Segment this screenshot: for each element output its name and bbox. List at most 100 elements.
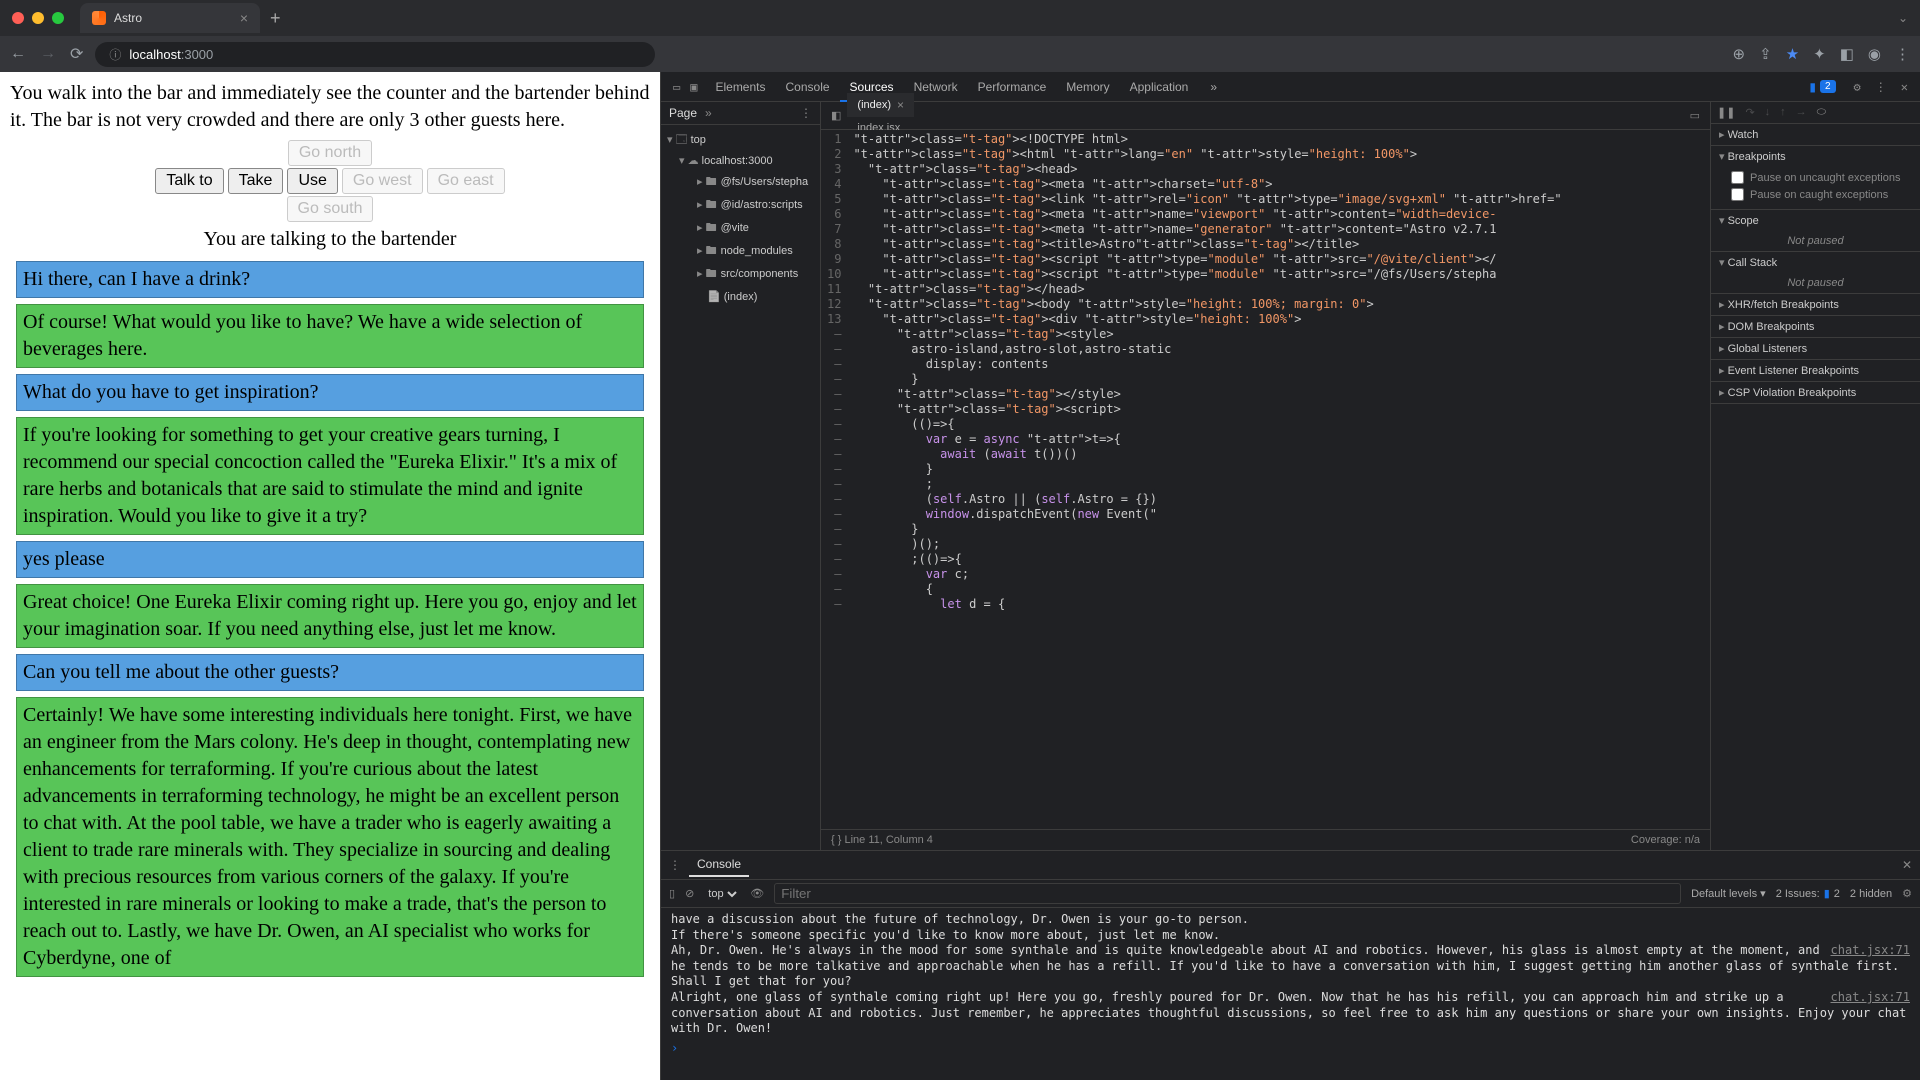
tab-close-icon[interactable]: ×	[240, 10, 248, 26]
close-window-button[interactable]	[12, 12, 24, 24]
nav-page-tab[interactable]: Page	[669, 106, 697, 120]
drawer-menu-icon[interactable]: ⋮	[669, 858, 681, 872]
devtools-tab-elements[interactable]: Elements	[705, 74, 775, 100]
nav-more-icon[interactable]: »	[705, 106, 712, 120]
tab-favicon-icon	[92, 11, 106, 25]
tree-top[interactable]: top	[663, 129, 818, 152]
zoom-icon[interactable]: ⊕	[1733, 45, 1746, 63]
sidepanel-icon[interactable]: ◧	[1840, 45, 1854, 63]
step-icon[interactable]: →	[1796, 106, 1807, 119]
pause-caught-checkbox[interactable]: Pause on caught exceptions	[1731, 186, 1912, 203]
tree-host[interactable]: localhost:3000	[663, 152, 818, 169]
step-out-icon[interactable]: ↑	[1780, 106, 1786, 119]
console-log-entry: chat.jsx:71Alright, one glass of synthal…	[671, 990, 1910, 1037]
deactivate-breakpoints-icon[interactable]: ⬭	[1817, 106, 1826, 119]
menu-icon[interactable]: ⋮	[1895, 45, 1910, 63]
tree-folder[interactable]: 🖿@vite	[667, 217, 818, 240]
tab-title: Astro	[114, 11, 232, 25]
drawer-close-icon[interactable]: ✕	[1902, 858, 1912, 872]
maximize-window-button[interactable]	[52, 12, 64, 24]
editor-sidebar-toggle-icon[interactable]: ◧	[825, 109, 847, 122]
bookmark-icon[interactable]: ★	[1786, 45, 1799, 63]
reload-button[interactable]: ⟳	[70, 44, 83, 64]
console-settings-icon[interactable]: ⚙	[1902, 887, 1912, 900]
tabs-overflow-icon[interactable]: ⌄	[1898, 11, 1908, 25]
devtools-menu-icon[interactable]: ⋮	[1869, 80, 1893, 94]
devtools-settings-icon[interactable]: ⚙	[1848, 80, 1867, 94]
back-button[interactable]: ←	[10, 45, 26, 63]
tree-file-index[interactable]: (index)	[663, 288, 818, 305]
go-west-button[interactable]: Go west	[342, 168, 423, 194]
devtools-tab-console[interactable]: Console	[776, 74, 840, 100]
editor-more-icon[interactable]: ▭	[1690, 109, 1700, 122]
clear-console-icon[interactable]: ⊘	[685, 887, 694, 900]
console-output[interactable]: have a discussion about the future of te…	[661, 908, 1920, 1080]
log-source-link[interactable]: chat.jsx:71	[1831, 943, 1910, 959]
log-levels-selector[interactable]: Default levels ▾	[1691, 887, 1766, 900]
editor-tab[interactable]: (index)×	[847, 93, 914, 117]
devtools-tab-application[interactable]: Application	[1120, 74, 1199, 100]
extensions-icon[interactable]: ✦	[1813, 45, 1826, 63]
step-into-icon[interactable]: ↓	[1765, 106, 1771, 119]
file-tree[interactable]: top localhost:3000 🖿@fs/Users/stepha🖿@id…	[661, 125, 820, 309]
global-listeners-section[interactable]: Global Listeners	[1711, 338, 1920, 359]
devtools-close-icon[interactable]: ✕	[1895, 80, 1914, 94]
go-north-button[interactable]: Go north	[288, 140, 372, 166]
devtools-tab-memory[interactable]: Memory	[1056, 74, 1119, 100]
pause-uncaught-checkbox[interactable]: Pause on uncaught exceptions	[1731, 169, 1912, 186]
devtools-tab-performance[interactable]: Performance	[968, 74, 1057, 100]
inspect-element-icon[interactable]: ▭	[673, 80, 680, 94]
console-prompt[interactable]: ›	[671, 1037, 1910, 1055]
breakpoints-section[interactable]: Breakpoints	[1711, 146, 1920, 167]
conversation-status: You are talking to the bartender	[10, 226, 650, 253]
console-sidebar-icon[interactable]: ▯	[669, 887, 675, 900]
device-toggle-icon[interactable]: ▣	[690, 80, 697, 94]
site-info-icon[interactable]: ⓘ	[109, 46, 121, 63]
console-log-entry: If there's someone specific you'd like t…	[671, 928, 1910, 944]
console-tab[interactable]: Console	[689, 853, 749, 877]
browser-tab[interactable]: Astro ×	[80, 3, 260, 33]
go-east-button[interactable]: Go east	[427, 168, 505, 194]
watch-section[interactable]: Watch	[1711, 124, 1920, 145]
event-listener-breakpoints-section[interactable]: Event Listener Breakpoints	[1711, 360, 1920, 381]
nav-menu-icon[interactable]: ⋮	[800, 106, 812, 120]
log-source-link[interactable]: chat.jsx:71	[1831, 990, 1910, 1006]
scope-section[interactable]: Scope	[1711, 210, 1920, 231]
console-filter-input[interactable]	[774, 883, 1681, 904]
share-icon[interactable]: ⇪	[1759, 45, 1772, 63]
tree-folder[interactable]: 🖿node_modules	[667, 240, 818, 263]
cursor-position: { } Line 11, Column 4	[831, 834, 933, 846]
dom-breakpoints-section[interactable]: DOM Breakpoints	[1711, 316, 1920, 337]
profile-icon[interactable]: ◉	[1868, 45, 1881, 63]
tree-folder[interactable]: 🖿@id/astro:scripts	[667, 194, 818, 217]
close-icon[interactable]: ×	[897, 98, 904, 112]
more-tabs-icon[interactable]: »	[1200, 74, 1227, 100]
go-south-button[interactable]: Go south	[287, 196, 374, 222]
console-hidden[interactable]: 2 hidden	[1850, 888, 1892, 900]
use-button[interactable]: Use	[287, 168, 337, 194]
take-button[interactable]: Take	[228, 168, 284, 194]
code-editor[interactable]: 12345678910111213––––––––––––––––––– "t-…	[821, 130, 1710, 829]
new-tab-button[interactable]: +	[270, 8, 281, 29]
address-bar[interactable]: ⓘ localhost:3000	[95, 42, 655, 67]
step-over-icon[interactable]: ↷	[1745, 106, 1754, 119]
talk-to-button[interactable]: Talk to	[155, 168, 223, 194]
minimize-window-button[interactable]	[32, 12, 44, 24]
console-issues[interactable]: 2 Issues: ▮2	[1776, 887, 1840, 900]
context-selector[interactable]: top	[704, 887, 740, 901]
forward-button[interactable]: →	[40, 45, 56, 63]
issue-icon: ▮	[1809, 80, 1816, 94]
csp-breakpoints-section[interactable]: CSP Violation Breakpoints	[1711, 382, 1920, 403]
bot-message: Great choice! One Eureka Elixir coming r…	[16, 584, 644, 648]
live-expression-icon[interactable]: 👁	[750, 887, 764, 900]
user-message: yes please	[16, 541, 644, 578]
tree-folder[interactable]: 🖿src/components	[667, 263, 818, 286]
issues-indicator[interactable]: ▮2	[1799, 74, 1845, 100]
page-viewport[interactable]: You walk into the bar and immediately se…	[0, 72, 660, 1080]
bot-message: If you're looking for something to get y…	[16, 417, 644, 535]
source-editor: ◧ (index)×index.jsx ▭ 12345678910111213–…	[821, 102, 1710, 850]
tree-folder[interactable]: 🖿@fs/Users/stepha	[667, 171, 818, 194]
pause-button[interactable]: ❚❚	[1717, 106, 1735, 119]
xhr-breakpoints-section[interactable]: XHR/fetch Breakpoints	[1711, 294, 1920, 315]
callstack-section[interactable]: Call Stack	[1711, 252, 1920, 273]
